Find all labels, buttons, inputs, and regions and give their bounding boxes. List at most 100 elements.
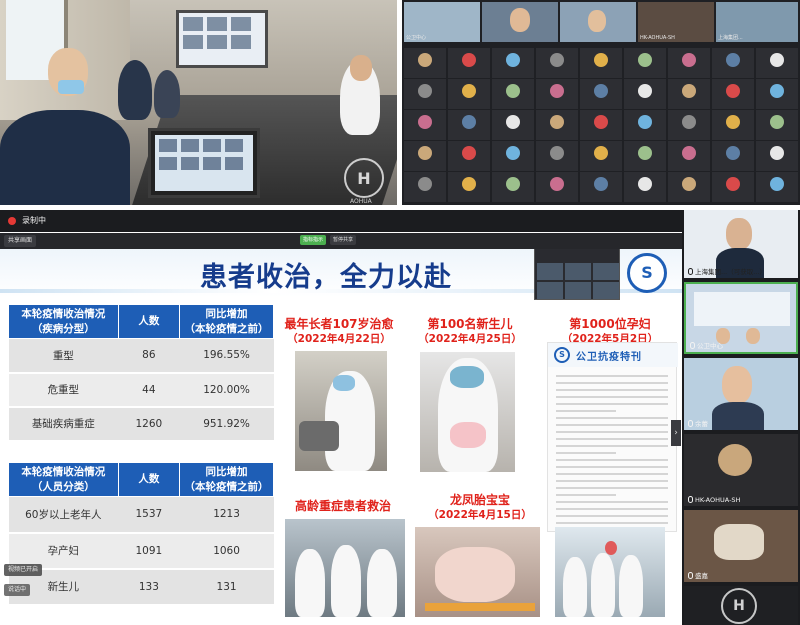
avatar-icon bbox=[462, 115, 476, 129]
table-row: 危重型 44 120.00% bbox=[8, 372, 274, 408]
bulletin-text-line bbox=[556, 438, 668, 440]
mic-icon bbox=[688, 496, 693, 503]
caption-elderly: 高龄重症患者救治 bbox=[294, 499, 391, 513]
pin-indicator-button[interactable]: 指标指示 bbox=[300, 235, 327, 245]
participant-avatar-tile[interactable] bbox=[668, 172, 710, 202]
participant-sidebar: 上海集团...（可获取...） 公卫中心 余蕾 HK-AOHUA-SH 盛嘉 H bbox=[682, 210, 800, 625]
participant-avatar-tile[interactable] bbox=[492, 172, 534, 202]
participant-avatar-tile[interactable] bbox=[668, 110, 710, 140]
video-tile[interactable] bbox=[560, 2, 636, 42]
participant-avatar-tile[interactable] bbox=[624, 141, 666, 171]
slide-title: 患者收治，全力以赴 bbox=[200, 262, 452, 293]
avatar-icon bbox=[682, 115, 696, 129]
participant-avatar-tile[interactable] bbox=[580, 79, 622, 109]
participant-avatar-tile[interactable] bbox=[448, 141, 490, 171]
video-tile[interactable]: 上海集团... bbox=[716, 2, 798, 42]
participant-avatar-tile[interactable] bbox=[624, 48, 666, 78]
avatar-icon bbox=[506, 53, 520, 67]
mic-icon bbox=[688, 420, 693, 427]
embedded-video-thumbnail bbox=[534, 249, 620, 300]
table-row: 新生儿 133 131 bbox=[8, 568, 274, 606]
participant-avatar-tile[interactable] bbox=[668, 141, 710, 171]
bulletin-title: 公卫抗疫特刊 bbox=[576, 352, 642, 363]
bulletin-text-line bbox=[556, 410, 616, 412]
participant-avatar-tile[interactable] bbox=[624, 110, 666, 140]
participant-avatar-tile[interactable] bbox=[580, 48, 622, 78]
participant-avatar-tile[interactable] bbox=[536, 172, 578, 202]
shared-screen-button[interactable]: 共享画面 bbox=[4, 235, 37, 247]
bulletin-text-line bbox=[556, 431, 668, 433]
table-header: 本轮疫情收治情况 （人员分类） bbox=[8, 462, 119, 497]
share-toolbar: 共享画面 指标指示 暂停共享 bbox=[0, 233, 682, 249]
participant-avatar-tile[interactable] bbox=[756, 79, 798, 109]
video-conference-grid: 公卫中心 HK-AOHUA-SH 上海集团... bbox=[402, 0, 800, 205]
participant-avatar-tile[interactable] bbox=[492, 141, 534, 171]
table-header: 人数 bbox=[117, 304, 181, 339]
sidebar-participant-tile[interactable]: HK-AOHUA-SH bbox=[684, 434, 798, 506]
participant-avatar-tile[interactable] bbox=[492, 79, 534, 109]
participant-avatar-tile[interactable] bbox=[536, 79, 578, 109]
participant-avatar-tile[interactable] bbox=[756, 172, 798, 202]
participant-avatar-tile[interactable] bbox=[404, 141, 446, 171]
sidebar-participant-tile[interactable]: 余蕾 bbox=[684, 358, 798, 430]
participant-avatar-tile[interactable] bbox=[712, 48, 754, 78]
table-row: 60岁以上老年人 1537 1213 bbox=[8, 496, 274, 534]
participant-avatar-tile[interactable] bbox=[756, 48, 798, 78]
mug-avatar-icon bbox=[714, 524, 764, 560]
participant-avatar-tile[interactable] bbox=[756, 110, 798, 140]
participant-face bbox=[722, 366, 752, 404]
avatar-icon bbox=[462, 146, 476, 160]
participant-face bbox=[588, 10, 606, 32]
participant-avatar-tile[interactable] bbox=[668, 79, 710, 109]
participant-avatar-tile[interactable] bbox=[536, 48, 578, 78]
participant-avatar-tile[interactable] bbox=[536, 110, 578, 140]
cat-avatar-icon bbox=[718, 444, 752, 476]
participant-avatar-tile[interactable] bbox=[536, 141, 578, 171]
participant-avatar-tile[interactable] bbox=[448, 48, 490, 78]
participant-avatar-tile[interactable] bbox=[492, 48, 534, 78]
participant-avatar-tile[interactable] bbox=[756, 141, 798, 171]
stop-share-button[interactable]: 暂停共享 bbox=[330, 235, 357, 245]
participant-avatar-tile[interactable] bbox=[624, 172, 666, 202]
participant-avatar-tile[interactable] bbox=[580, 172, 622, 202]
participant-avatar-tile[interactable] bbox=[404, 79, 446, 109]
bulletin-text-line bbox=[556, 501, 668, 503]
avatar-icon bbox=[594, 146, 608, 160]
sidebar-participant-tile[interactable]: 盛嘉 bbox=[684, 510, 798, 582]
video-tile[interactable] bbox=[482, 2, 558, 42]
participant-foreground-body bbox=[0, 110, 130, 205]
video-tile[interactable]: HK-AOHUA-SH bbox=[638, 2, 714, 42]
participant-avatar-tile[interactable] bbox=[448, 110, 490, 140]
photo-newborn bbox=[420, 352, 515, 472]
participant-avatar-tile[interactable] bbox=[580, 110, 622, 140]
avatar-icon bbox=[726, 177, 740, 191]
table-header: 同比增加 （本轮疫情之前） bbox=[179, 304, 274, 339]
table-row: 基础疾病重症 1260 951.92% bbox=[8, 406, 274, 442]
participant-avatar-tile[interactable] bbox=[404, 48, 446, 78]
bulletin-text-line bbox=[556, 480, 668, 482]
participant-avatar-tile[interactable] bbox=[448, 79, 490, 109]
sidebar-participant-tile[interactable]: 公卫中心 bbox=[684, 282, 798, 354]
participant-avatar-tile[interactable] bbox=[624, 79, 666, 109]
bulletin-text-line bbox=[556, 389, 668, 391]
participant-avatar-tile[interactable] bbox=[712, 110, 754, 140]
video-status-button[interactable]: 视频已开启 bbox=[4, 564, 43, 576]
stats-table-population: 本轮疫情收治情况 （人员分类） 人数 同比增加 （本轮疫情之前） 60岁以上老年… bbox=[8, 462, 274, 606]
video-tile[interactable]: 公卫中心 bbox=[404, 2, 480, 42]
participant-avatar-tile[interactable] bbox=[668, 48, 710, 78]
avatar-icon bbox=[594, 53, 608, 67]
face-mask bbox=[58, 80, 84, 94]
participant-avatar-tile[interactable] bbox=[404, 110, 446, 140]
participant-avatar-tile[interactable] bbox=[712, 79, 754, 109]
participant-avatar-tile[interactable] bbox=[712, 141, 754, 171]
participant-avatar-tile[interactable] bbox=[404, 172, 446, 202]
bulletin-text-line bbox=[556, 452, 616, 454]
speaking-indicator[interactable]: 说话中 bbox=[4, 584, 31, 596]
avatar-icon bbox=[682, 84, 696, 98]
chevron-right-icon[interactable]: › bbox=[671, 420, 681, 446]
participant-avatar-tile[interactable] bbox=[712, 172, 754, 202]
participant-avatar-tile[interactable] bbox=[448, 172, 490, 202]
sidebar-participant-tile[interactable]: 上海集团...（可获取...） bbox=[684, 210, 798, 278]
participant-avatar-tile[interactable] bbox=[580, 141, 622, 171]
participant-avatar-tile[interactable] bbox=[492, 110, 534, 140]
